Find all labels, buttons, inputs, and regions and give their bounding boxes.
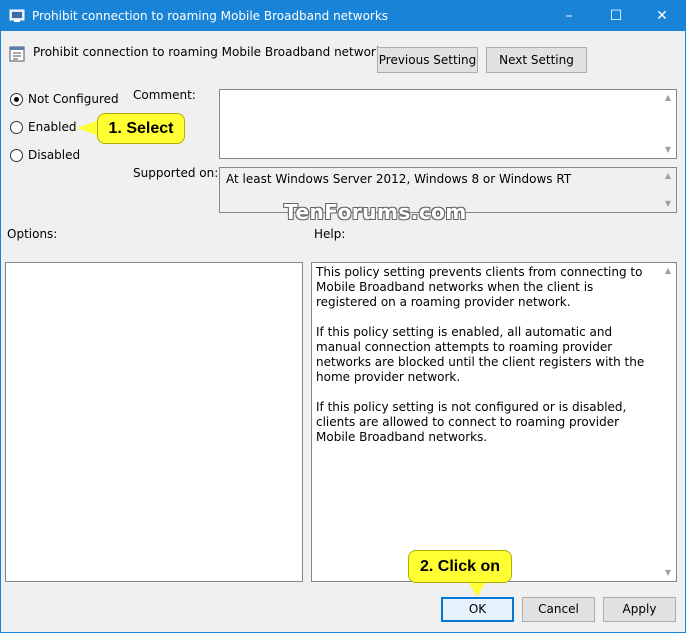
next-setting-button[interactable]: Next Setting [486,47,587,73]
watermark-text: TenForums.com [284,200,467,224]
supported-on-label: Supported on: [133,166,219,180]
ok-button[interactable]: OK [441,597,514,622]
radio-label-enabled: Enabled [28,120,77,134]
scroll-down-icon[interactable]: ▼ [662,198,674,210]
help-paragraph: If this policy setting is not configured… [316,400,627,444]
cancel-button[interactable]: Cancel [522,597,595,622]
comment-label: Comment: [133,88,196,102]
help-paragraph: If this policy setting is enabled, all a… [316,325,645,384]
options-label: Options: [7,227,58,241]
scroll-down-icon[interactable]: ▼ [662,567,674,579]
scroll-up-icon[interactable]: ▲ [662,265,674,277]
apply-button[interactable]: Apply [603,597,676,622]
scroll-down-icon[interactable]: ▼ [662,144,674,156]
policy-dialog-window: Prohibit connection to roaming Mobile Br… [0,0,686,633]
annotation-select-callout: 1. Select [97,113,185,144]
previous-setting-button[interactable]: Previous Setting [377,47,478,73]
minimize-button[interactable]: – [546,1,592,31]
radio-unselected-icon[interactable] [10,121,23,134]
help-panel: This policy setting prevents clients fro… [311,262,677,582]
maximize-button[interactable]: ☐ [593,1,639,31]
policy-setting-icon [9,46,25,62]
close-button[interactable]: ✕ [639,1,685,31]
help-label: Help: [314,227,346,241]
radio-label-not-configured: Not Configured [28,92,119,106]
callout-pointer [469,583,485,597]
group-policy-app-icon [9,9,25,22]
supported-on-value: At least Windows Server 2012, Windows 8 … [226,172,572,186]
options-panel [5,262,303,582]
radio-selected-icon[interactable] [10,93,23,106]
window-title: Prohibit connection to roaming Mobile Br… [32,9,389,23]
help-paragraph: This policy setting prevents clients fro… [316,265,643,309]
scroll-up-icon[interactable]: ▲ [662,92,674,104]
annotation-click-callout: 2. Click on [408,550,512,583]
radio-unselected-icon[interactable] [10,149,23,162]
help-text: This policy setting prevents clients fro… [316,265,656,460]
callout-pointer [77,120,99,136]
scroll-up-icon[interactable]: ▲ [662,170,674,182]
policy-name: Prohibit connection to roaming Mobile Br… [33,45,390,59]
comment-textarea[interactable]: ▲ ▼ [219,89,677,159]
title-bar[interactable]: Prohibit connection to roaming Mobile Br… [1,1,685,31]
radio-label-disabled: Disabled [28,148,81,162]
